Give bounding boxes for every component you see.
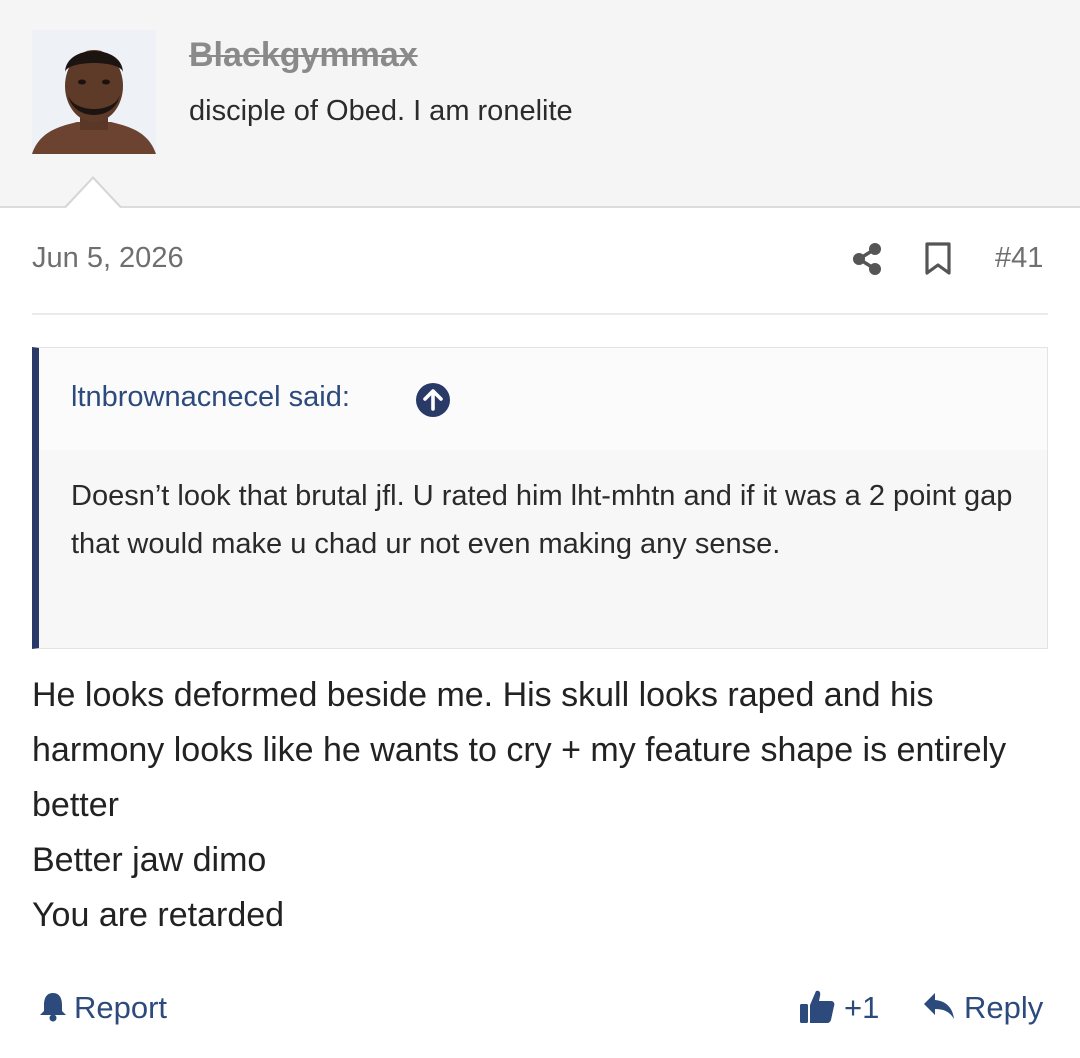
post-number[interactable]: #41 <box>995 242 1043 275</box>
post-body-line: You are retarded <box>32 896 285 934</box>
arrow-up-circle-icon[interactable] <box>415 382 451 418</box>
post-body-line: Better jaw dimo <box>32 841 267 879</box>
report-button[interactable]: Report <box>38 988 167 1028</box>
share-icon[interactable] <box>850 242 884 276</box>
reply-arrow-icon <box>922 990 956 1027</box>
divider <box>32 313 1048 315</box>
post-body: He looks deformed beside me. His skull l… <box>32 668 1048 943</box>
bell-icon <box>38 990 68 1027</box>
quote-block: ltnbrownacnecel said: Doesn’t look that … <box>32 347 1048 649</box>
post-date[interactable]: Jun 5, 2026 <box>32 242 184 275</box>
quote-text: Doesn’t look that brutal jfl. U rated hi… <box>71 480 1013 560</box>
thumbs-up-icon <box>798 987 836 1030</box>
reply-button[interactable]: Reply <box>922 986 1043 1030</box>
like-count: +1 <box>844 990 880 1025</box>
header-pointer-fill <box>66 179 120 208</box>
report-label: Report <box>74 990 168 1025</box>
bookmark-icon[interactable] <box>924 242 952 276</box>
like-button[interactable]: +1 <box>798 986 879 1030</box>
username[interactable]: Blackgymmax <box>189 36 418 75</box>
post-body-line: He looks deformed beside me. His skull l… <box>32 676 1007 824</box>
avatar[interactable] <box>32 30 156 154</box>
user-title: disciple of Obed. I am ronelite <box>189 95 573 127</box>
user-header: Blackgymmax disciple of Obed. I am ronel… <box>0 0 1080 208</box>
reply-label: Reply <box>964 990 1044 1025</box>
quote-author[interactable]: ltnbrownacnecel said: <box>71 381 350 414</box>
quote-header: ltnbrownacnecel said: <box>39 348 1047 450</box>
